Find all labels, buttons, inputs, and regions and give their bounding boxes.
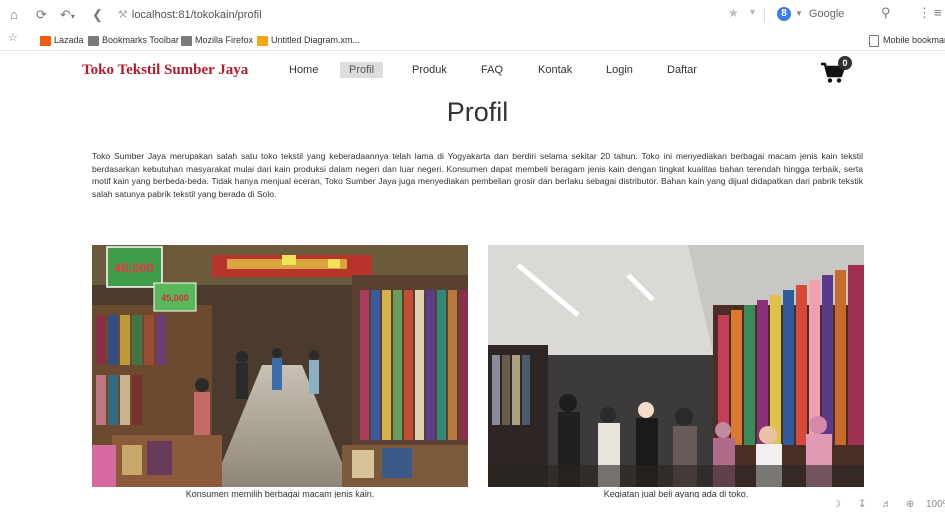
- bookmark-star-icon[interactable]: ★: [728, 6, 739, 20]
- bookmark-label: Untitled Diagram.xm...: [271, 35, 361, 45]
- back-icon[interactable]: ❮: [92, 6, 103, 24]
- wrench-icon: ⚒: [118, 9, 128, 21]
- shop-aisle-photo: 46,000 45,000: [92, 245, 468, 487]
- bookmark-untitled-diagram[interactable]: Untitled Diagram.xm...: [257, 34, 360, 46]
- address-bar[interactable]: ⚒ localhost:81/tokokain/profil: [118, 6, 718, 24]
- download-icon[interactable]: ↧: [858, 499, 866, 510]
- bookmark-mobile[interactable]: Mobile bookmar: [869, 34, 945, 47]
- profile-description: Toko Sumber Jaya merupakan salah satu to…: [92, 151, 863, 199]
- search-engine-selector[interactable]: 8 ▼ Google: [777, 5, 844, 23]
- cart-count-badge: 0: [838, 56, 852, 70]
- bookmark-label: Mozilla Firefox: [195, 35, 254, 45]
- page-title: Profil: [446, 97, 509, 127]
- folder-icon: [88, 35, 99, 46]
- chevron-down-icon: ▼: [795, 9, 803, 19]
- nav-daftar[interactable]: Daftar: [667, 62, 697, 78]
- price-sign-text: 45,000: [161, 293, 189, 303]
- zoom-level[interactable]: 100%: [926, 499, 945, 510]
- lazada-icon: [40, 35, 51, 46]
- search-engine-badge: 8: [777, 7, 791, 22]
- nav-profil[interactable]: Profil: [340, 62, 384, 78]
- bookmarks-bar: ☆ Lazada Bookmarks Toolbar Mozilla Firef…: [0, 30, 945, 51]
- nav-login[interactable]: Login: [606, 62, 633, 78]
- price-sign-text: 46,000: [114, 260, 154, 275]
- bookmark-label: Bookmarks Toolbar: [102, 35, 179, 45]
- hamburger-menu-icon[interactable]: ≡: [934, 5, 942, 20]
- nav-produk[interactable]: Produk: [412, 62, 447, 78]
- nav-home[interactable]: Home: [289, 62, 318, 78]
- reload-icon[interactable]: ⟳: [36, 6, 47, 24]
- undo-icon[interactable]: ↶▾: [60, 6, 75, 26]
- site-brand[interactable]: Toko Tekstil Sumber Jaya: [82, 61, 248, 79]
- search-icon[interactable]: ⚲: [881, 5, 891, 21]
- nav-faq[interactable]: FAQ: [481, 62, 503, 78]
- mobile-icon: [869, 34, 879, 47]
- bookmark-star-icon[interactable]: ☆: [8, 32, 18, 44]
- web-page: Toko Tekstil Sumber Jaya Home Profil Pro…: [0, 51, 945, 499]
- nav-kontak[interactable]: Kontak: [538, 62, 572, 78]
- browser-toolbar: ⌂ ⟳ ↶▾ ❮ ⚒ localhost:81/tokokain/profil ★…: [0, 0, 945, 30]
- url-text: localhost:81/tokokain/profil: [131, 9, 262, 21]
- home-icon[interactable]: ⌂: [10, 6, 18, 24]
- shop-interior-photo: [488, 245, 864, 487]
- bookmark-label: Mobile bookmar: [883, 35, 945, 45]
- sound-icon[interactable]: ♬: [882, 499, 892, 510]
- folder-icon: [181, 35, 192, 46]
- night-mode-icon[interactable]: ☽: [832, 499, 841, 510]
- bookmark-label: Lazada: [54, 35, 84, 45]
- drawio-icon: [257, 35, 268, 46]
- search-engine-name: Google: [808, 8, 845, 20]
- browser-status-bar: ☽ ↧ ♬ ⊕ 100%: [0, 498, 945, 513]
- zoom-icon[interactable]: ⊕: [906, 499, 914, 510]
- toolbar-divider: [764, 8, 765, 22]
- bookmark-lazada[interactable]: Lazada: [40, 34, 84, 46]
- chevron-down-icon[interactable]: ▼: [748, 7, 757, 17]
- more-menu-icon[interactable]: ⋮: [918, 5, 931, 21]
- bookmark-bookmarks-toolbar[interactable]: Bookmarks Toolbar: [88, 34, 179, 46]
- bookmark-mozilla-firefox[interactable]: Mozilla Firefox: [181, 34, 253, 46]
